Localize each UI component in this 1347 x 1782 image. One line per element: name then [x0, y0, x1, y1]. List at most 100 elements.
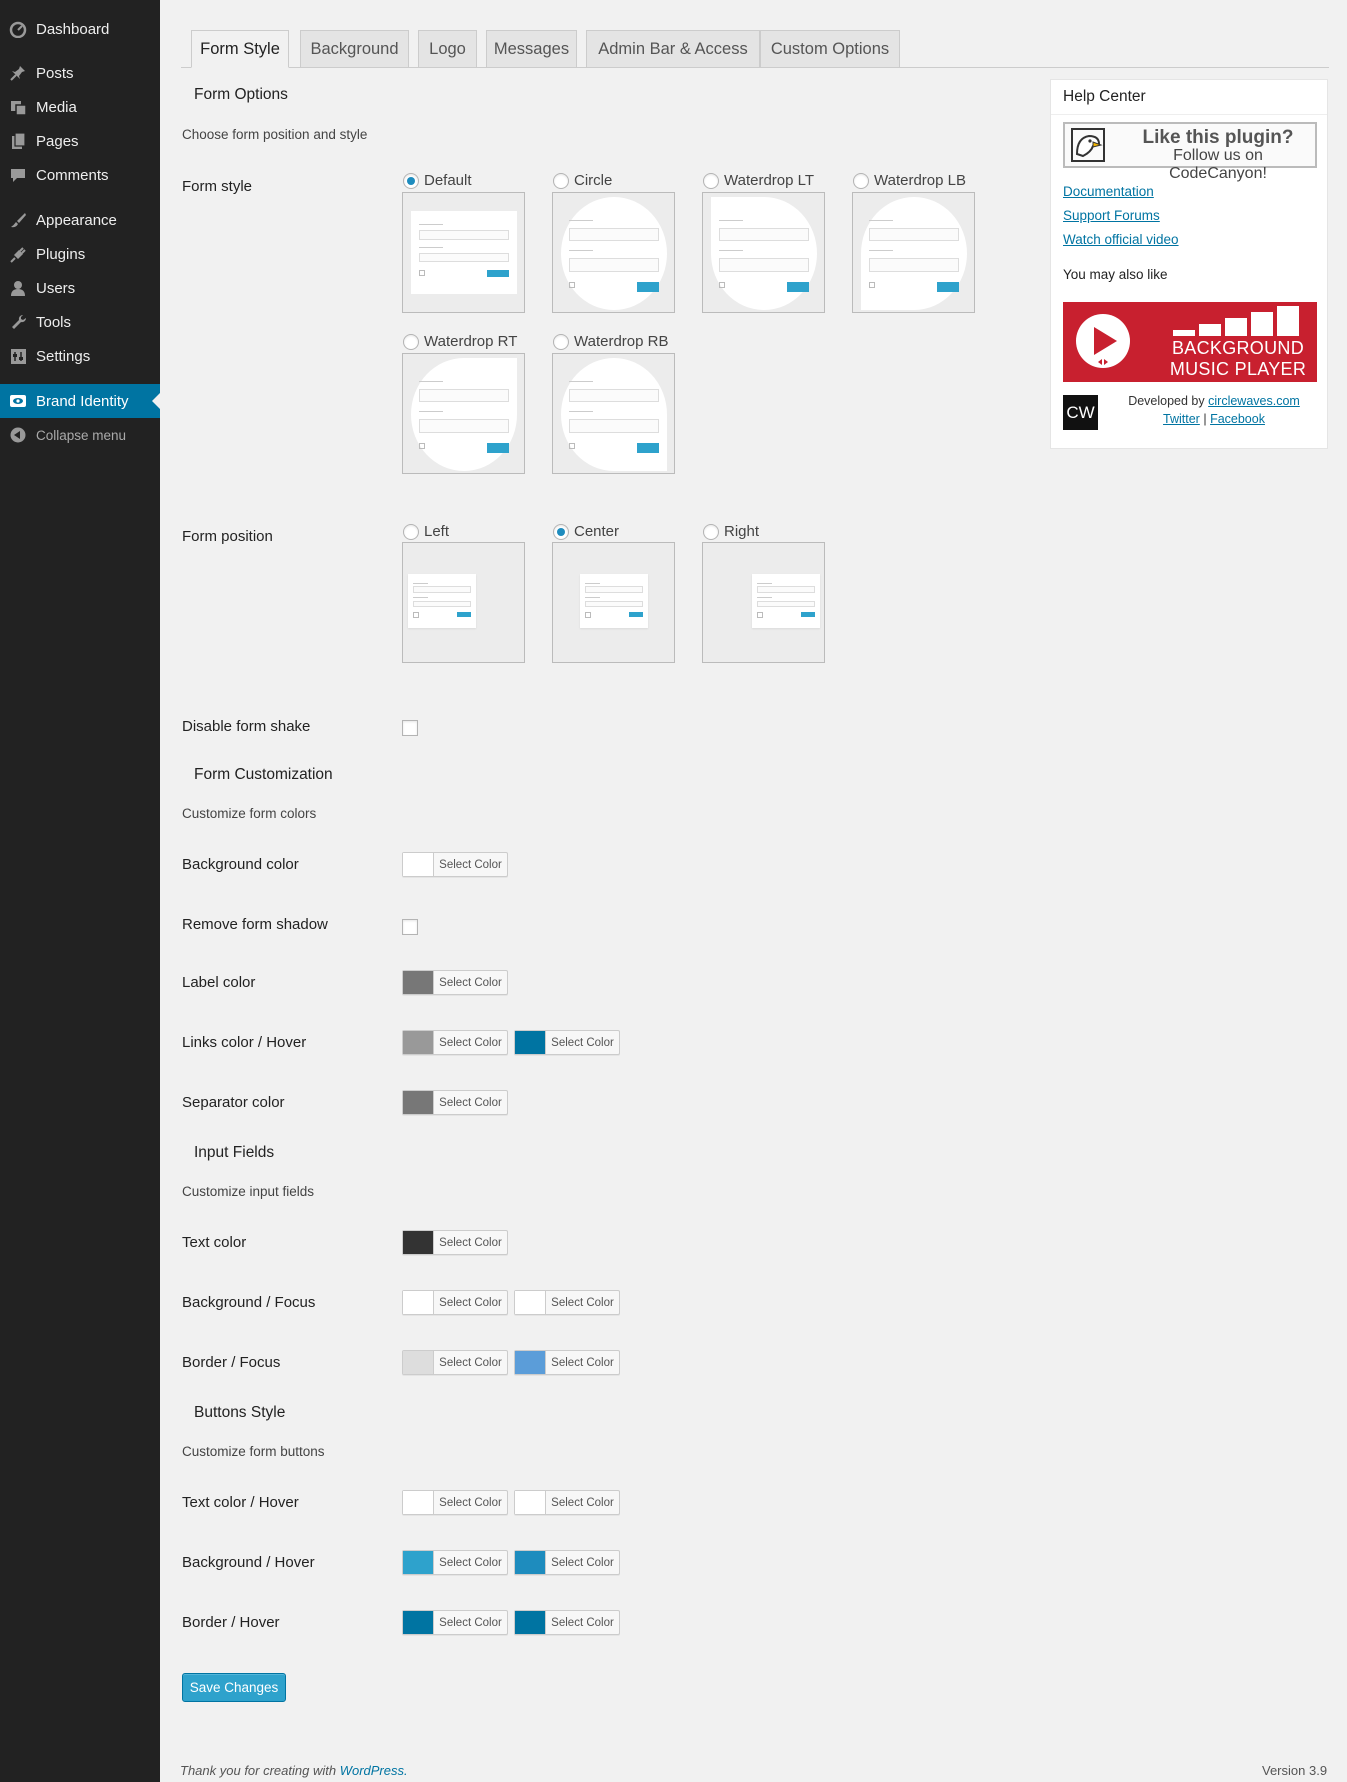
developed-by: Developed by circlewaves.com — [1111, 394, 1317, 408]
username-label-line — [869, 219, 893, 221]
password-label-line — [419, 246, 443, 248]
sidebar-item-settings[interactable]: Settings — [0, 339, 160, 373]
background-hover-color-picker-2[interactable]: Select Color — [514, 1550, 620, 1575]
position-radio[interactable] — [553, 523, 569, 540]
label-color-color-picker-1[interactable]: Select Color — [402, 970, 508, 995]
position-option-left[interactable]: Left — [403, 523, 449, 540]
sidebar-item-dashboard[interactable]: Dashboard — [0, 12, 160, 46]
sidebar-item-plugins[interactable]: Plugins — [0, 237, 160, 271]
border-hover-color-picker-1[interactable]: Select Color — [402, 1610, 508, 1635]
codecanyon-banner[interactable]: Like this plugin? Follow us on CodeCanyo… — [1063, 122, 1317, 182]
border-focus-color-picker-1[interactable]: Select Color — [402, 1350, 508, 1375]
style-radio[interactable] — [403, 333, 419, 350]
style-option-waterdrop-lb[interactable]: Waterdrop LB — [853, 172, 966, 189]
sidebar-item-media[interactable]: Media — [0, 90, 160, 124]
style-radio[interactable] — [853, 172, 869, 189]
position-option-label: Center — [574, 523, 620, 540]
sidebar-item-posts[interactable]: Posts — [0, 56, 160, 90]
border-focus-color-picker-2[interactable]: Select Color — [514, 1350, 620, 1375]
support-forums-link[interactable]: Support Forums — [1063, 208, 1160, 223]
position-option-right[interactable]: Right — [703, 523, 759, 540]
position-preview[interactable] — [552, 542, 675, 663]
position-option-center[interactable]: Center — [553, 523, 619, 540]
sidebar-item-users[interactable]: Users — [0, 271, 160, 305]
brush-icon — [0, 211, 36, 229]
background-focus-color-picker-2[interactable]: Select Color — [514, 1290, 620, 1315]
disable-shake-checkbox[interactable] — [402, 720, 418, 736]
style-option-waterdrop-rb[interactable]: Waterdrop RB — [553, 333, 668, 350]
background-color-color-picker-1[interactable]: Select Color — [402, 852, 508, 877]
tab-logo[interactable]: Logo — [418, 30, 477, 68]
circlewaves-link[interactable]: circlewaves.com — [1208, 394, 1300, 408]
sidebar-item-brand-identity[interactable]: Brand Identity — [0, 384, 160, 418]
background-hover-color-picker-1[interactable]: Select Color — [402, 1550, 508, 1575]
style-preview[interactable] — [852, 192, 975, 313]
links-color-hover-color-picker-1[interactable]: Select Color — [402, 1030, 508, 1055]
password-field — [869, 258, 959, 272]
position-radio[interactable] — [703, 523, 719, 540]
text-color-hover-color-picker-2[interactable]: Select Color — [514, 1490, 620, 1515]
select-color-label: Select Color — [439, 1616, 502, 1629]
style-radio[interactable] — [553, 333, 569, 350]
style-radio[interactable] — [703, 172, 719, 189]
links-color-hover-color-picker-2[interactable]: Select Color — [514, 1030, 620, 1055]
background-music-player-banner[interactable]: BACKGROUND MUSIC PLAYER — [1063, 302, 1317, 382]
documentation-link[interactable]: Documentation — [1063, 184, 1154, 199]
position-radio[interactable] — [403, 523, 419, 540]
username-field — [419, 388, 509, 403]
watch-video-link[interactable]: Watch official video — [1063, 232, 1179, 247]
tab-admin-bar-access[interactable]: Admin Bar & Access — [586, 30, 760, 68]
tab-form-style[interactable]: Form Style — [191, 30, 289, 68]
text-color-hover-color-picker-1[interactable]: Select Color — [402, 1490, 508, 1515]
style-radio[interactable] — [403, 172, 419, 189]
select-color-label: Select Color — [439, 976, 502, 989]
help-center-title: Help Center — [1063, 88, 1146, 105]
style-preview[interactable] — [552, 192, 675, 313]
style-option-default[interactable]: Default — [403, 172, 472, 189]
wordpress-link[interactable]: WordPress. — [340, 1763, 408, 1778]
facebook-link[interactable]: Facebook — [1210, 412, 1265, 426]
remove-form-shadow-checkbox[interactable] — [402, 919, 418, 935]
username-field — [413, 586, 471, 593]
sidebar-item-comments[interactable]: Comments — [0, 158, 160, 192]
text-color-color-picker-1[interactable]: Select Color — [402, 1230, 508, 1255]
tab-background[interactable]: Background — [300, 30, 409, 68]
sidebar-item-label: Comments — [36, 166, 109, 184]
buttons-style-description: Customize form buttons — [182, 1444, 325, 1459]
style-option-waterdrop-lt[interactable]: Waterdrop LT — [703, 172, 814, 189]
background-color-label: Background color — [182, 856, 299, 873]
border-hover-color-picker-2[interactable]: Select Color — [514, 1610, 620, 1635]
color-swatch — [515, 1351, 546, 1374]
style-preview[interactable] — [552, 353, 675, 474]
style-preview[interactable] — [702, 192, 825, 313]
password-field — [757, 601, 815, 608]
select-color-label: Select Color — [439, 1356, 502, 1369]
equalizer-bar — [1277, 306, 1299, 336]
sidebar-item-appearance[interactable]: Appearance — [0, 203, 160, 237]
form-customization-description: Customize form colors — [182, 806, 317, 821]
style-preview[interactable] — [402, 192, 525, 313]
background-focus-color-picker-1[interactable]: Select Color — [402, 1290, 508, 1315]
style-option-waterdrop-rt[interactable]: Waterdrop RT — [403, 333, 517, 350]
style-preview[interactable] — [402, 353, 525, 474]
sidebar-item-tools[interactable]: Tools — [0, 305, 160, 339]
style-option-circle[interactable]: Circle — [553, 172, 612, 189]
bmp-line-1: BACKGROUND — [1171, 338, 1304, 358]
select-color-label: Select Color — [439, 1296, 502, 1309]
username-label-line — [419, 380, 443, 382]
style-radio[interactable] — [553, 172, 569, 189]
separator-color-color-picker-1[interactable]: Select Color — [402, 1090, 508, 1115]
form-preview-thumbnail — [711, 197, 817, 310]
twitter-link[interactable]: Twitter — [1163, 412, 1200, 426]
position-preview[interactable] — [402, 542, 525, 663]
banner-line-2: Follow us on CodeCanyon! — [1169, 147, 1267, 182]
tab-messages[interactable]: Messages — [486, 30, 577, 68]
position-preview[interactable] — [702, 542, 825, 663]
equalizer-bar — [1225, 318, 1247, 336]
sidebar-item-pages[interactable]: Pages — [0, 124, 160, 158]
sidebar-item-label: Settings — [36, 347, 91, 365]
collapse-menu-button[interactable]: Collapse menu — [0, 418, 160, 452]
save-changes-button[interactable]: Save Changes — [182, 1673, 286, 1702]
equalizer-bar — [1199, 324, 1221, 336]
tab-custom-options[interactable]: Custom Options — [760, 30, 900, 68]
